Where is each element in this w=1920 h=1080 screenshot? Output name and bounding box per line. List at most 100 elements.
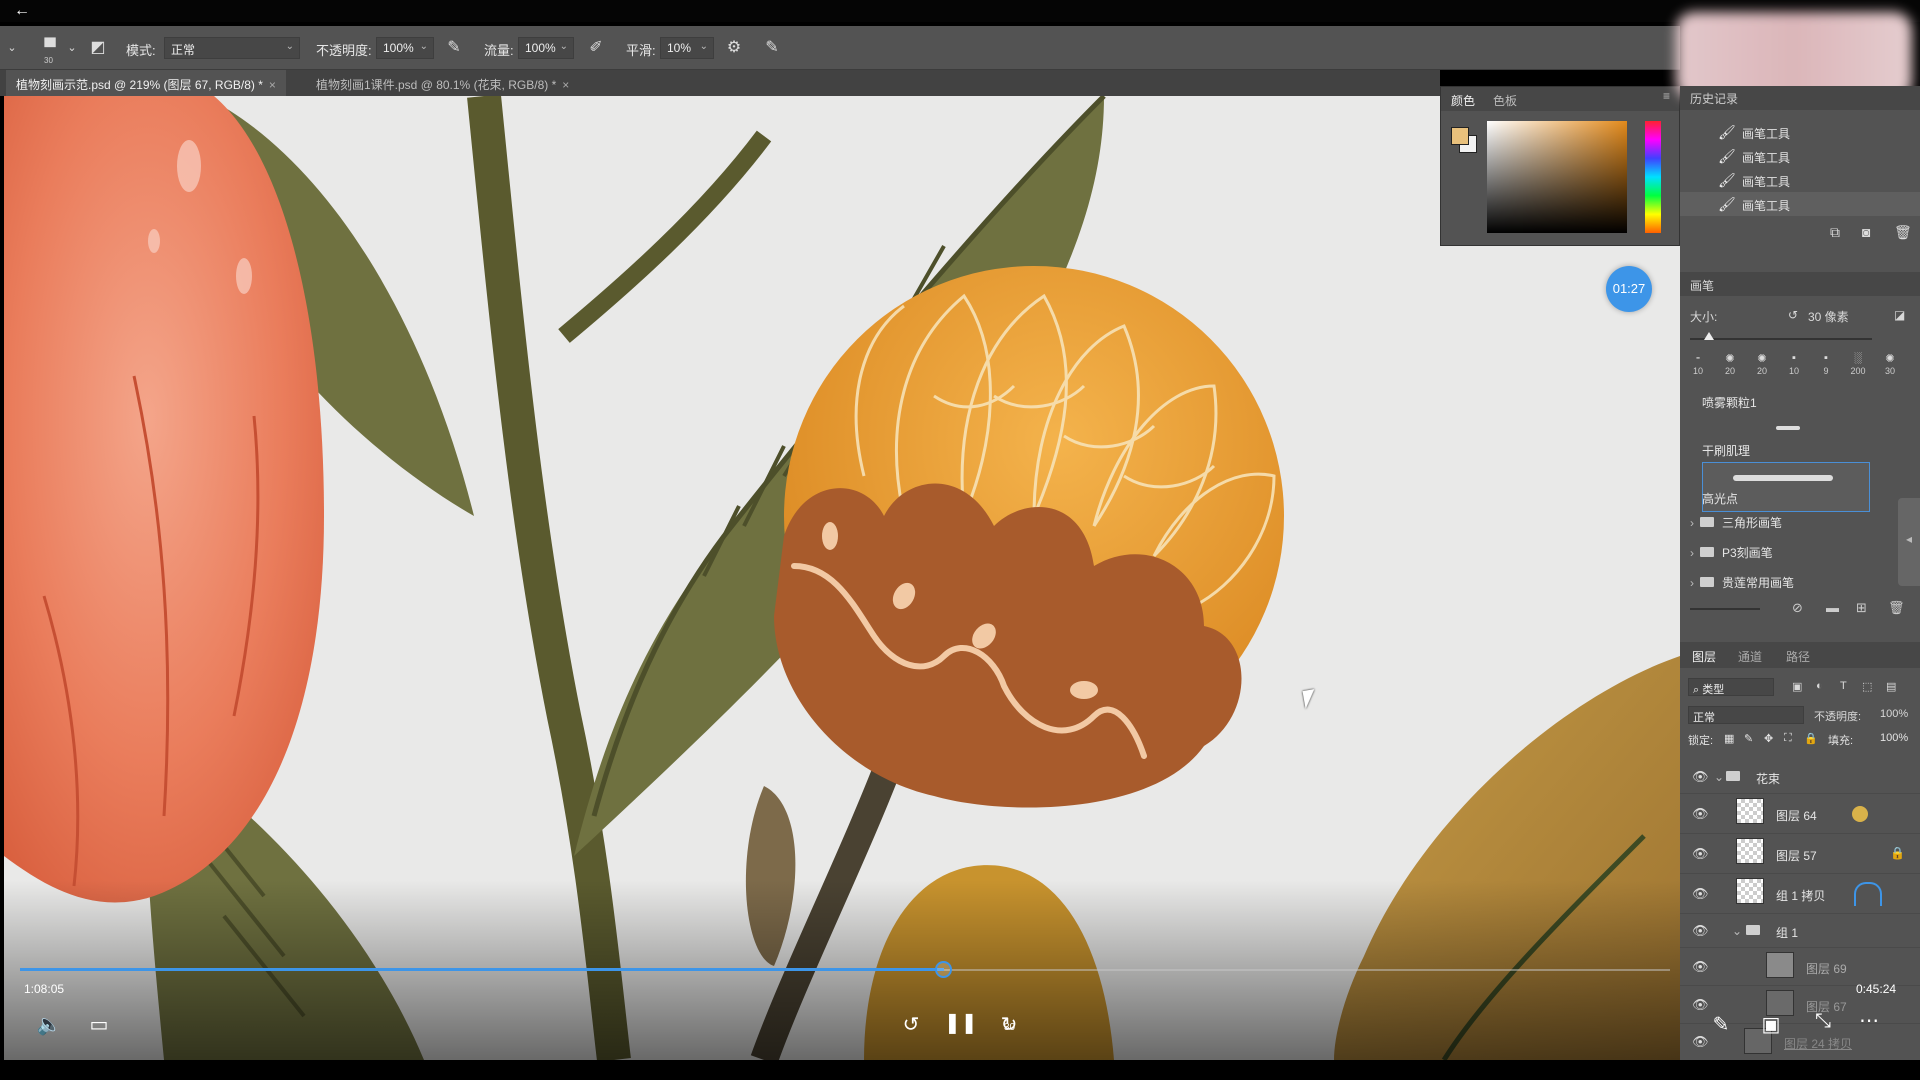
brush-item[interactable]: 高光点 bbox=[1702, 490, 1738, 507]
subtitles-icon[interactable]: ▭ bbox=[84, 1012, 114, 1037]
type-filter-icon[interactable]: T bbox=[1840, 680, 1847, 692]
brush-folder[interactable]: › P3刻画笔 bbox=[1690, 544, 1773, 561]
opacity-field[interactable]: 100% ⌄ bbox=[376, 37, 434, 59]
brush-preset[interactable]: ▪ 9 bbox=[1812, 352, 1840, 376]
eye-icon[interactable]: 👁 bbox=[1692, 997, 1709, 1013]
tab-channels[interactable]: 通道 bbox=[1738, 648, 1762, 665]
brush-preset[interactable]: ⁃ 10 bbox=[1684, 352, 1712, 376]
volume-icon[interactable]: 🔈 bbox=[34, 1012, 64, 1037]
foreground-color-swatch[interactable] bbox=[1451, 127, 1469, 145]
history-item[interactable]: 🖌 画笔工具 bbox=[1680, 192, 1920, 216]
panel-menu-icon[interactable]: ≡ bbox=[1663, 89, 1670, 103]
history-item[interactable]: 🖌 画笔工具 bbox=[1680, 144, 1920, 168]
layer-filter-select[interactable]: ⌕ 类型 bbox=[1688, 678, 1774, 696]
brush-preset[interactable]: ░ 200 bbox=[1844, 352, 1872, 376]
trash-icon[interactable]: 🗑 bbox=[1894, 224, 1912, 241]
preview-size-slider[interactable] bbox=[1690, 608, 1760, 610]
lock-artboard-icon[interactable]: ⛶ bbox=[1784, 732, 1792, 745]
tab-swatches[interactable]: 色板 bbox=[1493, 92, 1517, 109]
reset-icon[interactable]: ↺ bbox=[1788, 308, 1798, 322]
chevron-down-icon[interactable]: ⌄ bbox=[1714, 770, 1724, 784]
layer-opacity-value[interactable]: 100% bbox=[1880, 708, 1908, 720]
adjustment-filter-icon[interactable]: ◐ bbox=[1816, 680, 1823, 692]
brush-size-value[interactable]: 30 像素 bbox=[1808, 308, 1849, 325]
progress-handle[interactable] bbox=[935, 961, 952, 978]
tab-document-2[interactable]: 植物刻画1课件.psd @ 80.1% (花束, RGB/8) * × bbox=[306, 70, 579, 96]
exit-fullscreen-icon[interactable]: ⤡ bbox=[1808, 1010, 1838, 1033]
toggle-brush-visibility-icon[interactable]: ⊘ bbox=[1792, 600, 1803, 616]
eye-icon[interactable]: 👁 bbox=[1692, 886, 1709, 902]
close-icon[interactable]: × bbox=[269, 78, 276, 92]
brush-folder[interactable]: › 三角形画笔 bbox=[1690, 514, 1782, 531]
gear-icon[interactable]: ⚙ bbox=[724, 38, 744, 58]
eye-icon[interactable]: 👁 bbox=[1692, 846, 1709, 862]
history-item[interactable]: 🖌 画笔工具 bbox=[1680, 120, 1920, 144]
eye-icon[interactable]: 👁 bbox=[1692, 769, 1709, 785]
brush-size-slider[interactable] bbox=[1690, 338, 1872, 340]
back-arrow-icon[interactable]: ← bbox=[14, 3, 34, 19]
eye-icon[interactable]: 👁 bbox=[1692, 806, 1709, 822]
lock-all-icon[interactable]: 🔒 bbox=[1804, 732, 1818, 745]
chevron-down-icon[interactable]: ⌄ bbox=[1732, 924, 1742, 938]
tab-document-1[interactable]: 植物刻画示范.psd @ 219% (图层 67, RGB/8) * × bbox=[6, 70, 286, 96]
pixel-filter-icon[interactable]: ▣ bbox=[1792, 680, 1802, 693]
trash-icon[interactable]: 🗑 bbox=[1888, 600, 1905, 616]
slider-handle[interactable] bbox=[1704, 332, 1714, 340]
color-picker-field[interactable] bbox=[1487, 121, 1627, 233]
new-document-from-state-icon[interactable]: ⧉ bbox=[1830, 224, 1840, 241]
fill-value[interactable]: 100% bbox=[1880, 732, 1908, 744]
brush-preset[interactable]: ✺ 20 bbox=[1716, 352, 1744, 376]
hue-slider[interactable] bbox=[1645, 121, 1661, 233]
pressure-opacity-icon[interactable]: ✎ bbox=[444, 38, 464, 58]
brush-preset[interactable]: ✺ 30 bbox=[1876, 352, 1904, 376]
flow-field[interactable]: 100% ⌄ bbox=[518, 37, 574, 59]
new-group-icon[interactable]: ▬ bbox=[1826, 600, 1839, 615]
rewind-icon[interactable]: ↺ bbox=[896, 1012, 926, 1037]
picture-in-picture-icon[interactable]: ▣ bbox=[1756, 1012, 1786, 1037]
pen-icon[interactable]: ✎ bbox=[1706, 1012, 1736, 1037]
brush-panel-toolbar: ⊘ ▬ ⊞ 🗑 bbox=[1680, 600, 1920, 620]
close-icon[interactable]: × bbox=[562, 78, 569, 92]
smooth-field[interactable]: 10% ⌄ bbox=[660, 37, 714, 59]
eye-icon[interactable]: 👁 bbox=[1692, 923, 1709, 939]
brush-size-badge: 30 bbox=[44, 56, 53, 65]
pressure-size-icon[interactable]: ✎ bbox=[762, 38, 782, 58]
brush-item[interactable]: 干刷肌理 bbox=[1702, 442, 1750, 459]
brush-preset[interactable]: ▪ 10 bbox=[1780, 352, 1808, 376]
history-item[interactable]: 🖌 画笔工具 bbox=[1680, 168, 1920, 192]
new-brush-icon[interactable]: ◪ bbox=[1894, 308, 1905, 322]
lock-transparency-icon[interactable]: ▦ bbox=[1724, 732, 1734, 745]
folder-label: 贵莲常用画笔 bbox=[1722, 576, 1795, 590]
brush-folder[interactable]: › 贵莲常用画笔 bbox=[1690, 574, 1794, 591]
brush-item[interactable]: 喷雾颗粒1 bbox=[1702, 394, 1757, 411]
shape-filter-icon[interactable]: ⬚ bbox=[1862, 680, 1872, 693]
preset-size: 200 bbox=[1850, 366, 1866, 376]
layer-group-row[interactable]: 👁 ⌄ 组 1 bbox=[1680, 914, 1920, 948]
lock-pixels-icon[interactable]: ✎ bbox=[1744, 732, 1753, 745]
layer-row[interactable]: 👁 组 1 拷贝 bbox=[1680, 874, 1920, 914]
layer-row[interactable]: 👁 图层 57 🔒 bbox=[1680, 834, 1920, 874]
eye-icon[interactable]: 👁 bbox=[1692, 959, 1709, 975]
camera-icon[interactable]: ◙ bbox=[1862, 224, 1870, 240]
brush-preset-icon[interactable]: ▀ bbox=[40, 38, 60, 58]
layer-row[interactable]: 👁 图层 64 bbox=[1680, 794, 1920, 834]
brush-panel-toggle-icon[interactable]: ◩ bbox=[88, 38, 108, 58]
brush-preset[interactable]: ✺ 20 bbox=[1748, 352, 1776, 376]
more-options-icon[interactable]: ⋯ bbox=[1854, 1008, 1884, 1033]
mode-select[interactable]: 正常 ⌄ bbox=[164, 37, 300, 59]
pause-icon[interactable]: ❚❚ bbox=[944, 1010, 978, 1035]
chevron-down-icon[interactable]: ⌄ bbox=[62, 38, 82, 58]
layer-group-row[interactable]: 👁 ⌄ 花束 bbox=[1680, 760, 1920, 794]
tab-layers[interactable]: 图层 bbox=[1692, 648, 1716, 665]
airbrush-icon[interactable]: ✐ bbox=[586, 38, 606, 58]
tab-paths[interactable]: 路径 bbox=[1786, 648, 1810, 665]
tab-color[interactable]: 颜色 bbox=[1451, 92, 1475, 109]
lock-position-icon[interactable]: ✥ bbox=[1764, 732, 1773, 745]
collapse-panel-tab[interactable]: ◂ bbox=[1898, 498, 1920, 586]
chevron-down-icon[interactable]: ⌄ bbox=[2, 38, 22, 58]
new-brush-icon[interactable]: ⊞ bbox=[1856, 600, 1867, 616]
blend-mode-select[interactable]: 正常 bbox=[1688, 706, 1804, 724]
smart-object-filter-icon[interactable]: ▤ bbox=[1886, 680, 1896, 693]
color-panel: 颜色 色板 ≡ bbox=[1440, 86, 1680, 246]
layer-row[interactable]: 👁 图层 69 bbox=[1680, 948, 1920, 986]
